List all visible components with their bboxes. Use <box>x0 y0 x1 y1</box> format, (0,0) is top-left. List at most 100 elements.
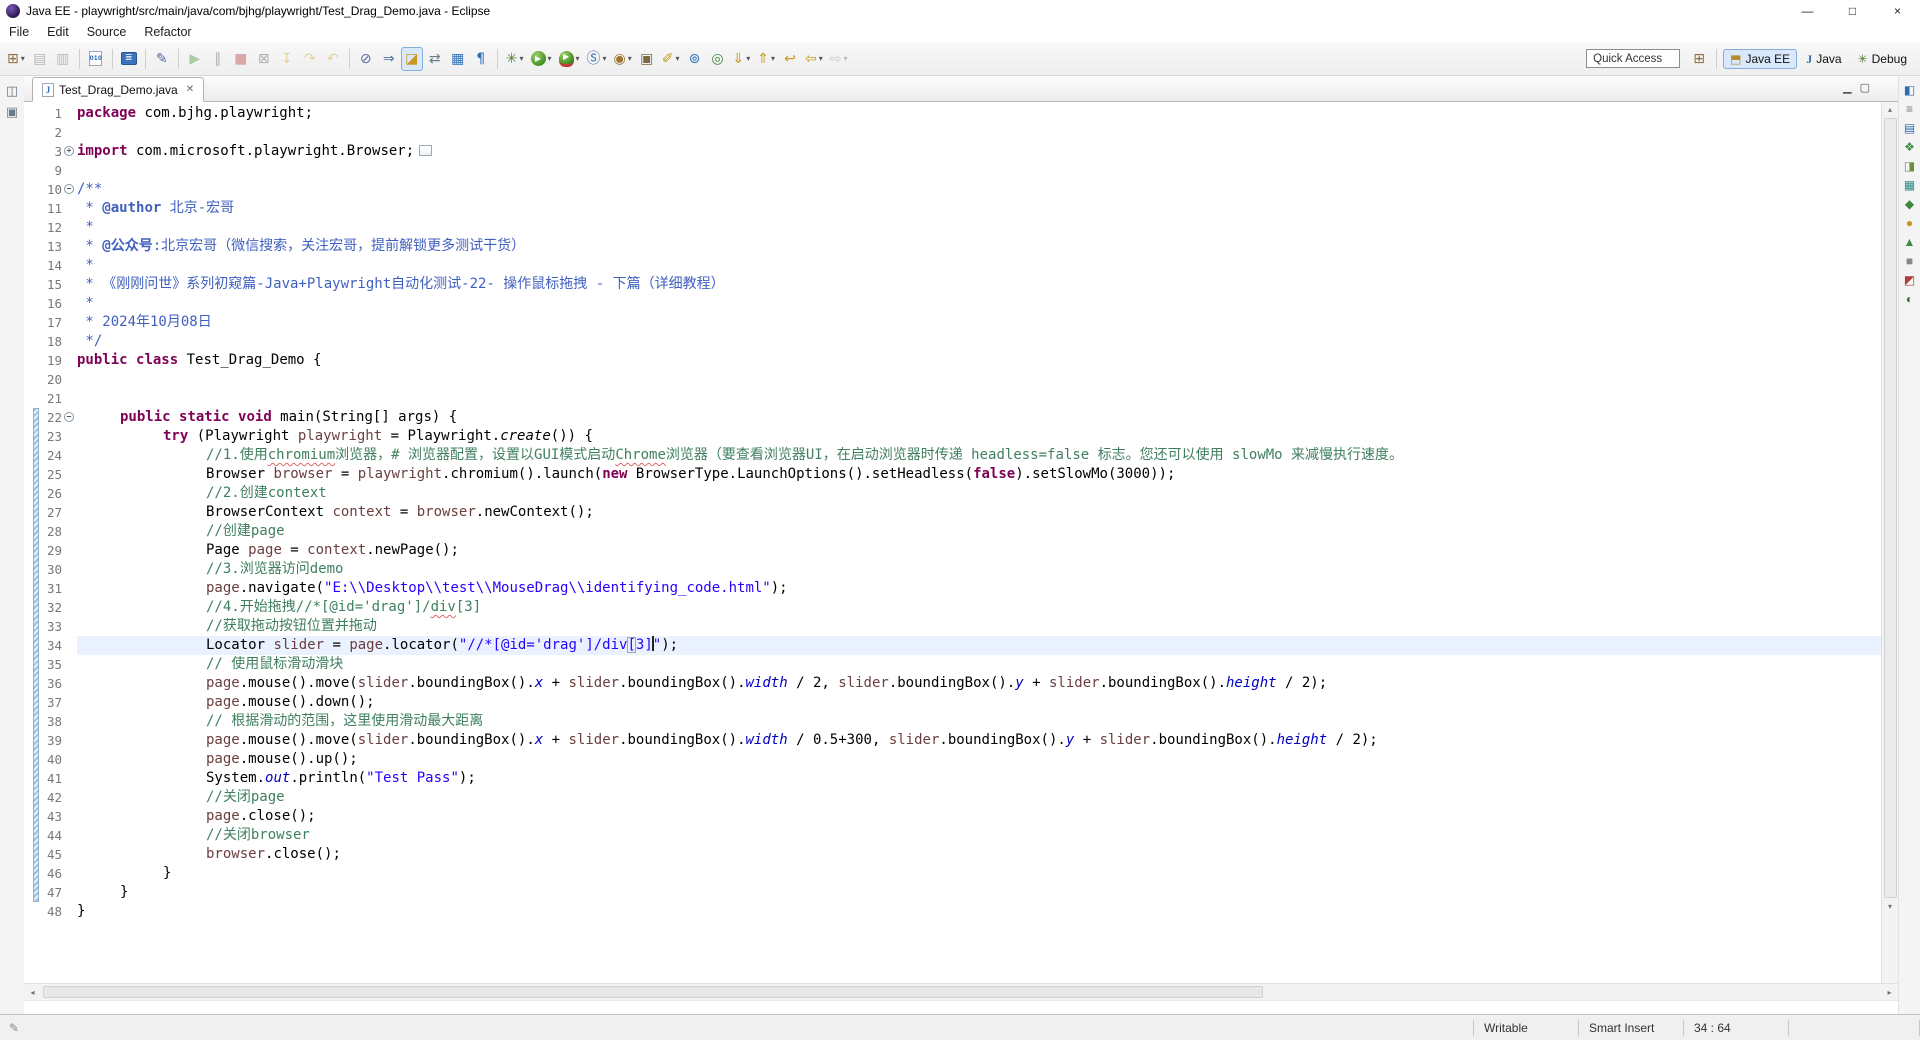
code-text[interactable]: BrowserContext context = browser.newCont… <box>77 503 1881 522</box>
open-console-button[interactable]: ≣ <box>118 47 140 71</box>
new-server-dropdown-icon[interactable]: ▾ <box>603 54 607 63</box>
minimize-window-button[interactable]: — <box>1785 0 1830 22</box>
perspective-debug[interactable]: ✳ Debug <box>1851 49 1914 69</box>
scroll-down-icon[interactable]: ▾ <box>1882 899 1899 914</box>
minimized-view-5-icon[interactable]: ◨ <box>1904 160 1915 172</box>
import-file-button[interactable]: ⇑▾ <box>754 47 778 71</box>
horizontal-scroll-thumb[interactable] <box>43 986 1263 998</box>
code-text[interactable]: package com.bjhg.playwright; <box>77 104 1881 123</box>
forward-dropdown-icon[interactable]: ▾ <box>844 54 848 63</box>
code-text[interactable]: page.navigate("E:\\Desktop\\test\\MouseD… <box>77 579 1881 598</box>
code-text[interactable] <box>77 370 1881 389</box>
code-text[interactable]: Page page = context.newPage(); <box>77 541 1881 560</box>
mark-text-dropdown-icon[interactable]: ▾ <box>676 54 680 63</box>
code-text[interactable]: * @author 北京-宏哥 <box>77 199 1881 218</box>
code-text[interactable]: //1.使用chromium浏览器，# 浏览器配置，设置以GUI模式启动Chro… <box>77 446 1881 465</box>
minimized-view-7-icon[interactable]: ◆ <box>1905 198 1914 210</box>
back-dropdown-icon[interactable]: ▾ <box>819 54 823 63</box>
minimized-view-12-icon[interactable]: ◐ <box>1906 293 1913 305</box>
annotate-pen-button[interactable]: ✎ <box>151 47 173 71</box>
code-text[interactable]: //4.开始拖拽//*[@id='drag']/div[3] <box>77 598 1881 617</box>
code-text[interactable]: * @公众号:北京宏哥（微信搜索，关注宏哥，提前解锁更多测试干货） <box>77 237 1881 256</box>
editor-tab[interactable]: J Test_Drag_Demo.java ✕ <box>32 77 204 102</box>
code-text[interactable] <box>77 123 1881 142</box>
back-button[interactable]: ⇦▾ <box>802 47 826 71</box>
import-file-dropdown-icon[interactable]: ▾ <box>771 54 775 63</box>
suspend-button[interactable]: ∥ <box>207 47 229 71</box>
minimized-view-10-icon[interactable]: ■ <box>1906 255 1913 267</box>
minimized-view-3-icon[interactable]: ▤ <box>1904 122 1915 134</box>
forward-button[interactable]: ⇨▾ <box>827 47 851 71</box>
new-wizard-button[interactable]: ⊞▾ <box>4 47 28 71</box>
project-explorer-view-icon[interactable]: ▣ <box>6 105 18 118</box>
maximize-window-button[interactable]: □ <box>1830 0 1875 22</box>
folded-region-indicator[interactable] <box>419 145 432 156</box>
team-sync-button[interactable]: ◉▾ <box>611 47 635 71</box>
code-text[interactable]: * <box>77 256 1881 275</box>
code-text[interactable]: // 使用鼠标滑动滑块 <box>77 655 1881 674</box>
fetch-source-button[interactable]: ⇓▾ <box>730 47 754 71</box>
show-whitespace-button[interactable]: ¶ <box>470 47 492 71</box>
perspective-java[interactable]: J Java <box>1799 49 1848 69</box>
code-text[interactable] <box>77 389 1881 408</box>
code-text[interactable]: } <box>77 864 1881 883</box>
web-service-button[interactable]: ◎ <box>707 47 729 71</box>
code-text[interactable]: public static void main(String[] args) { <box>77 408 1881 427</box>
scroll-right-icon[interactable]: ▸ <box>1881 984 1898 1001</box>
code-text[interactable]: /** <box>77 180 1881 199</box>
code-text[interactable]: //获取拖动按钮位置并拖动 <box>77 617 1881 636</box>
minimized-view-2-icon[interactable]: ≡ <box>1906 103 1913 115</box>
disconnect-button[interactable]: ⊠ <box>253 47 275 71</box>
code-text[interactable]: page.mouse().up(); <box>77 750 1881 769</box>
run-dropdown-icon[interactable]: ▾ <box>548 54 552 63</box>
tile-editors-button[interactable]: ▦ <box>447 47 469 71</box>
code-editor[interactable]: 1package com.bjhg.playwright;23+import c… <box>24 102 1881 983</box>
resume-button[interactable]: ▶ <box>184 47 206 71</box>
fold-collapse-icon[interactable]: − <box>64 412 74 422</box>
perspective-java-ee[interactable]: ⬒ Java EE <box>1723 49 1797 69</box>
team-sync-dropdown-icon[interactable]: ▾ <box>628 54 632 63</box>
coverage-button[interactable]: ▶▾ <box>556 47 583 71</box>
quick-access-input[interactable] <box>1586 49 1680 68</box>
code-text[interactable]: Locator slider = page.locator("//*[@id='… <box>77 636 1881 655</box>
terminate-button[interactable]: ■ <box>230 47 252 71</box>
code-text[interactable]: //创建page <box>77 522 1881 541</box>
binary-file-button[interactable]: 010 <box>85 47 107 71</box>
code-text[interactable]: // 根据滑动的范围，这里使用滑动最大距离 <box>77 712 1881 731</box>
tab-close-icon[interactable]: ✕ <box>186 84 194 95</box>
run-to-line-button[interactable]: ⇒ <box>378 47 400 71</box>
use-step-filters-button[interactable]: ◪ <box>401 47 423 71</box>
open-perspective-button[interactable]: ⊞ <box>1688 47 1710 71</box>
step-over-button[interactable]: ↷ <box>299 47 321 71</box>
code-text[interactable]: //2.创建context <box>77 484 1881 503</box>
mark-text-button[interactable]: ✐▾ <box>659 47 683 71</box>
code-text[interactable]: page.mouse().down(); <box>77 693 1881 712</box>
web-browser-button[interactable]: ⊚ <box>684 47 706 71</box>
minimize-editor-icon[interactable]: ▁ <box>1843 81 1851 94</box>
menu-source[interactable]: Source <box>78 23 136 41</box>
code-text[interactable]: browser.close(); <box>77 845 1881 864</box>
horizontal-scroll-track[interactable] <box>41 984 1881 1001</box>
code-text[interactable]: * <box>77 218 1881 237</box>
code-text[interactable]: page.mouse().move(slider.boundingBox().x… <box>77 731 1881 750</box>
menu-edit[interactable]: Edit <box>38 23 78 41</box>
code-text[interactable]: * 《刚刚问世》系列初窥篇-Java+Playwright自动化测试-22- 操… <box>77 275 1881 294</box>
minimized-view-6-icon[interactable]: ▦ <box>1904 179 1915 191</box>
fetch-source-dropdown-icon[interactable]: ▾ <box>746 54 750 63</box>
last-edit-location-button[interactable]: ↩ <box>779 47 801 71</box>
minimized-view-11-icon[interactable]: ◩ <box>1904 274 1915 286</box>
open-task-button[interactable]: ▣ <box>636 47 658 71</box>
code-text[interactable] <box>77 161 1881 180</box>
maximize-editor-icon[interactable]: ▢ <box>1860 81 1870 94</box>
close-window-button[interactable]: × <box>1875 0 1920 22</box>
code-text[interactable]: //3.浏览器访问demo <box>77 560 1881 579</box>
code-text[interactable]: try (Playwright playwright = Playwright.… <box>77 427 1881 446</box>
scroll-left-icon[interactable]: ◂ <box>24 984 41 1001</box>
menu-file[interactable]: File <box>0 23 38 41</box>
step-return-button[interactable]: ↶ <box>322 47 344 71</box>
debug-dropdown-icon[interactable]: ▾ <box>519 54 523 63</box>
scroll-up-icon[interactable]: ▴ <box>1882 102 1899 117</box>
code-text[interactable]: import com.microsoft.playwright.Browser; <box>77 142 1881 161</box>
new-server-button[interactable]: Ⓢ▾ <box>584 47 610 71</box>
horizontal-scrollbar[interactable]: ◂ ▸ <box>24 983 1898 1000</box>
